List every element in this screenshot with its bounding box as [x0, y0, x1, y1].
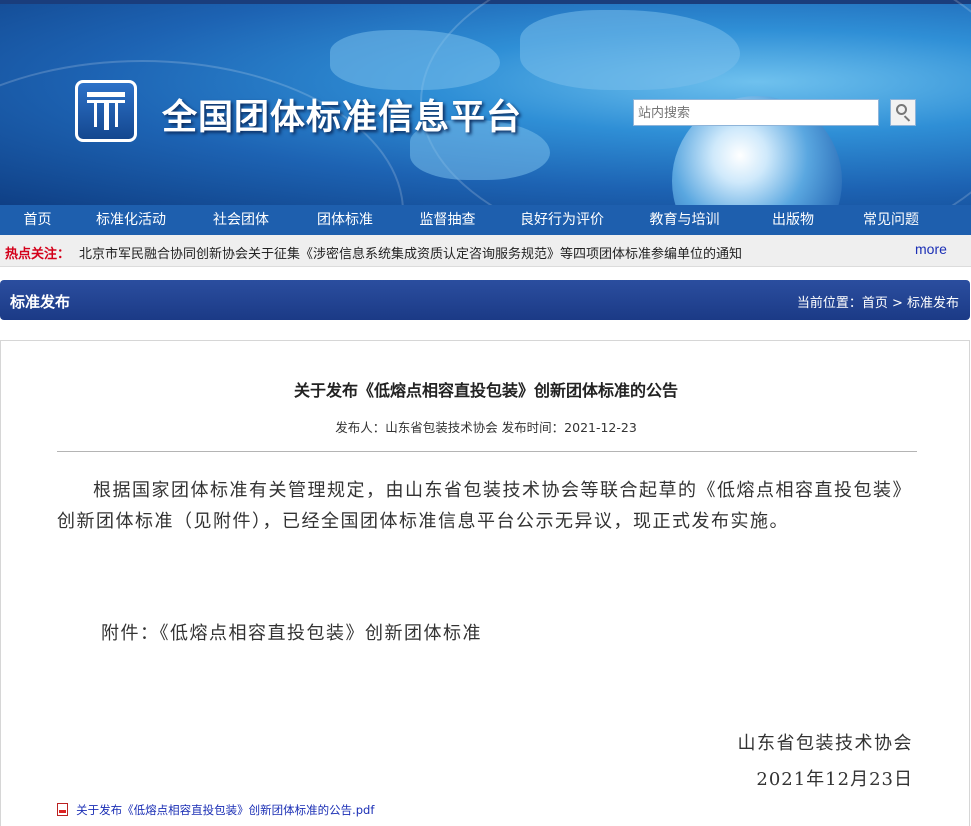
search-icon [896, 104, 907, 115]
search-button[interactable] [890, 99, 916, 126]
nav-item-standardization-activities[interactable]: 标准化活动 [75, 205, 187, 235]
nav-item-publications[interactable]: 出版物 [745, 205, 841, 235]
nav-item-home[interactable]: 首页 [0, 205, 75, 235]
nav-item-supervision[interactable]: 监督抽查 [395, 205, 500, 235]
pdf-download-link[interactable]: 关于发布《低熔点相容直投包装》创新团体标准的公告.pdf [76, 803, 374, 817]
header-banner: 全国团体标准信息平台 [0, 0, 971, 205]
article-body: 根据国家团体标准有关管理规定，由山东省包装技术协会等联合起草的《低熔点相容直投包… [57, 480, 912, 532]
attachment-text: 附件：《低熔点相容直投包装》创新团体标准 [101, 623, 482, 644]
signature-date: 2021年12月23日 [756, 769, 913, 790]
article-meta: 发布人：山东省包装技术协会 发布时间：2021-12-23 [335, 420, 637, 435]
more-link[interactable]: more [915, 241, 947, 257]
article-container: 关于发布《低熔点相容直投包装》创新团体标准的公告 发布人：山东省包装技术协会 发… [0, 340, 970, 826]
main-nav: 首页 标准化活动 社会团体 团体标准 监督抽查 良好行为评价 教育与培训 出版物… [0, 205, 971, 235]
nav-item-social-groups[interactable]: 社会团体 [187, 205, 295, 235]
search-input[interactable] [633, 99, 879, 126]
hot-news-link[interactable]: 北京市军民融合协同创新协会关于征集《涉密信息系统集成资质认定咨询服务规范》等四项… [79, 243, 742, 262]
article-title: 关于发布《低熔点相容直投包装》创新团体标准的公告 [293, 381, 678, 400]
attachment-row: 关于发布《低熔点相容直投包装》创新团体标准的公告.pdf [57, 799, 374, 818]
pdf-file-icon [57, 803, 68, 816]
site-logo[interactable] [75, 80, 137, 142]
nav-item-education[interactable]: 教育与培训 [624, 205, 745, 235]
signature-organization: 山东省包装技术协会 [737, 733, 913, 754]
site-title: 全国团体标准信息平台 [162, 98, 523, 138]
divider [57, 451, 917, 452]
hot-news-label: 热点关注： [5, 247, 71, 262]
nav-item-good-behavior[interactable]: 良好行为评价 [500, 205, 624, 235]
nav-item-group-standards[interactable]: 团体标准 [295, 205, 395, 235]
nav-item-faq[interactable]: 常见问题 [841, 205, 941, 235]
breadcrumb[interactable]: 当前位置：首页 > 标准发布 [797, 292, 959, 311]
hot-news-bar: 热点关注： 北京市军民融合协同创新协会关于征集《涉密信息系统集成资质认定咨询服务… [0, 235, 971, 267]
section-title: 标准发布 [10, 293, 71, 311]
section-header: 标准发布 当前位置：首页 > 标准发布 [0, 280, 970, 320]
